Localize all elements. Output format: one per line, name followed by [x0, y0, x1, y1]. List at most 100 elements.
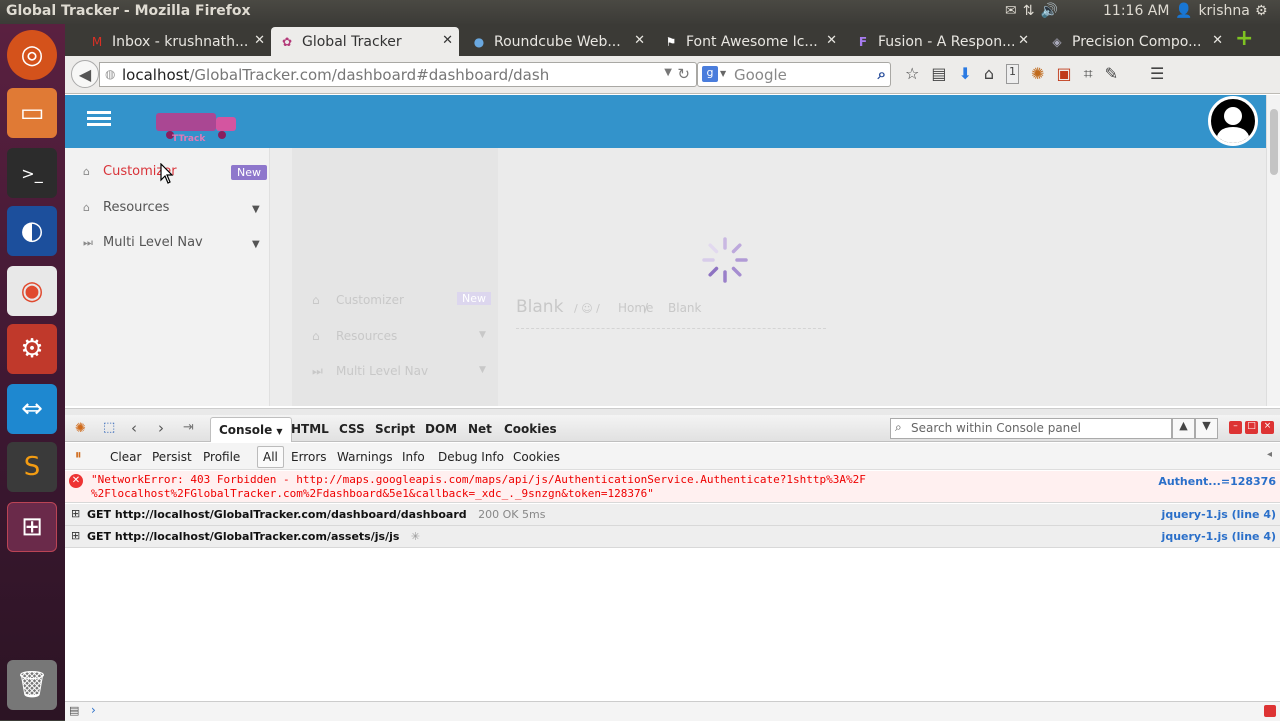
chrome-icon[interactable]: ◉	[7, 266, 57, 316]
chevron-down-icon[interactable]: ▼	[252, 239, 260, 250]
tools-icon[interactable]: ✎	[1105, 64, 1118, 84]
bookmarks-menu-icon[interactable]: ▤	[931, 64, 946, 84]
system-indicators[interactable]: ✉ ⇅ 🔊	[1005, 3, 1058, 19]
sidebar-item-resources[interactable]: ⌂ Resources	[83, 200, 169, 215]
close-tab-icon[interactable]: ✕	[634, 33, 645, 48]
console-menu-icon[interactable]: ▤	[69, 704, 79, 717]
tab-html[interactable]: HTML	[291, 422, 329, 436]
close-tab-icon[interactable]: ✕	[826, 33, 837, 48]
filter-warnings[interactable]: Warnings	[337, 450, 393, 464]
hamburger-menu-icon[interactable]	[87, 111, 111, 131]
tab-cookies[interactable]: Cookies	[504, 422, 557, 436]
google-icon[interactable]: g	[702, 66, 718, 82]
console-command-line[interactable]: ▤ ›	[65, 701, 1280, 721]
arrow-forward-icon[interactable]: ›	[158, 419, 164, 437]
teamviewer-icon[interactable]: ⇔	[7, 384, 57, 434]
filter-all[interactable]: All	[257, 446, 284, 468]
tab-roundcube[interactable]: ● Roundcube Web... ✕	[463, 27, 651, 56]
console-search-input[interactable]: ⌕ Search within Console panel	[890, 418, 1172, 439]
back-button[interactable]: ◀	[71, 60, 99, 88]
user-avatar[interactable]	[1208, 96, 1258, 146]
arrow-back-icon[interactable]: ‹	[131, 419, 137, 437]
filter-info[interactable]: Info	[402, 450, 425, 464]
request-source-link[interactable]: jquery-1.js (line 4)	[1162, 508, 1276, 521]
loading-spinner-icon: ✳	[410, 530, 421, 543]
tab-css[interactable]: CSS	[339, 422, 365, 436]
tab-script[interactable]: Script	[375, 422, 415, 436]
search-bar[interactable]: g ▼ Google ⌕	[697, 62, 891, 87]
engine-dropdown-icon[interactable]: ▼	[720, 69, 726, 78]
console-net-row[interactable]: ⊞ GET http://localhost/GlobalTracker.com…	[65, 526, 1280, 548]
chevron-down-icon[interactable]: ▼	[252, 204, 260, 215]
close-tab-icon[interactable]: ✕	[1212, 33, 1223, 48]
crop-icon[interactable]: ⌗	[1084, 64, 1093, 84]
expand-console-icon[interactable]	[1264, 705, 1276, 717]
request-source-link[interactable]: jquery-1.js (line 4)	[1162, 530, 1276, 543]
expand-icon[interactable]: ⊞	[71, 529, 80, 542]
console-error-row[interactable]: ✕ "NetworkError: 403 Forbidden - http://…	[65, 471, 1280, 503]
bookmark-star-icon[interactable]: ☆	[905, 64, 919, 84]
workspace-switcher-icon[interactable]: ⊞	[7, 502, 57, 552]
firebug-icon[interactable]: ✺	[1031, 64, 1044, 84]
tab-dom[interactable]: DOM	[425, 422, 457, 436]
downloads-icon[interactable]: ⬇	[958, 64, 971, 84]
user-menu[interactable]: 👤 krishna	[1175, 3, 1250, 19]
expand-icon[interactable]: ⊞	[71, 507, 80, 520]
sidebar-item-multi-level-nav[interactable]: ⏭ Multi Level Nav	[83, 235, 203, 250]
network-icon[interactable]: ⇅	[1023, 3, 1035, 19]
scrollbar-thumb[interactable]	[1270, 109, 1278, 175]
settings-icon[interactable]: ⚙	[7, 324, 57, 374]
firefox-icon[interactable]: ◐	[7, 206, 57, 256]
url-bar[interactable]: ◍ localhost/GlobalTracker.com/dashboard#…	[99, 62, 697, 87]
close-icon[interactable]: ×	[1261, 421, 1274, 434]
tab-net[interactable]: Net	[468, 422, 492, 436]
console-net-row[interactable]: ⊞ GET http://localhost/GlobalTracker.com…	[65, 504, 1280, 526]
filter-cookies[interactable]: Cookies	[513, 450, 560, 464]
tab-inbox[interactable]: M Inbox - krushnath... ✕	[81, 27, 271, 56]
reload-icon[interactable]: ↻	[677, 65, 690, 83]
minimize-icon[interactable]: –	[1229, 421, 1242, 434]
page-scrollbar[interactable]	[1266, 95, 1280, 406]
close-tab-icon[interactable]: ✕	[1018, 33, 1029, 48]
firebug-bug-icon[interactable]: ✺	[75, 421, 86, 436]
break-on-error-icon[interactable]: ⏸	[75, 448, 82, 463]
collapse-icon[interactable]: ◂	[1267, 449, 1272, 460]
chevron-down-icon[interactable]: ▼	[276, 427, 282, 436]
new-tab-button[interactable]: +	[1235, 28, 1255, 50]
app-logo[interactable]: TTrack	[150, 105, 242, 144]
search-next-icon[interactable]: ▼	[1195, 418, 1218, 439]
files-icon[interactable]: ▭	[7, 88, 57, 138]
clock[interactable]: 11:16 AM	[1103, 3, 1169, 19]
ubuntu-logo-icon[interactable]: ◎	[7, 30, 57, 80]
profile-button[interactable]: Profile	[203, 450, 240, 464]
detach-icon[interactable]: □	[1245, 421, 1258, 434]
filter-debug-info[interactable]: Debug Info	[438, 450, 504, 464]
home-icon[interactable]: ⌂	[984, 64, 994, 84]
close-tab-icon[interactable]: ✕	[254, 33, 265, 48]
volume-icon[interactable]: 🔊	[1040, 3, 1057, 19]
persist-button[interactable]: Persist	[152, 450, 192, 464]
tab-precision[interactable]: ◈ Precision Compo... ✕	[1041, 27, 1229, 56]
step-icon[interactable]: ⇥	[183, 420, 194, 435]
terminal-icon[interactable]: >_	[7, 148, 57, 198]
url-dropdown-icon[interactable]: ▼	[664, 67, 672, 78]
tab-font-awesome[interactable]: ⚑ Font Awesome Ic... ✕	[655, 27, 843, 56]
trash-icon[interactable]: 🗑	[7, 660, 57, 710]
search-prev-icon[interactable]: ▲	[1172, 418, 1195, 439]
inspect-icon[interactable]: ⬚	[103, 420, 115, 435]
tab-global-tracker[interactable]: ✿ Global Tracker ✕	[271, 27, 459, 56]
filter-errors[interactable]: Errors	[291, 450, 327, 464]
addon-icon[interactable]: ▣	[1056, 64, 1071, 84]
search-icon[interactable]: ⌕	[878, 65, 886, 83]
menu-icon[interactable]: ☰	[1150, 64, 1164, 84]
close-tab-icon[interactable]: ✕	[442, 33, 453, 48]
firebug-resize-handle[interactable]	[65, 408, 1280, 415]
error-source-link[interactable]: Authent...=128376	[1158, 475, 1276, 488]
gear-icon[interactable]: ⚙	[1255, 3, 1268, 19]
mail-icon[interactable]: ✉	[1005, 3, 1017, 19]
tab-fusion[interactable]: F Fusion - A Respon... ✕	[847, 27, 1035, 56]
tab-console[interactable]: Console ▼	[210, 417, 292, 442]
clear-button[interactable]: Clear	[110, 450, 141, 464]
notification-badge[interactable]: 1	[1006, 64, 1020, 84]
sublime-icon[interactable]: S	[7, 442, 57, 492]
